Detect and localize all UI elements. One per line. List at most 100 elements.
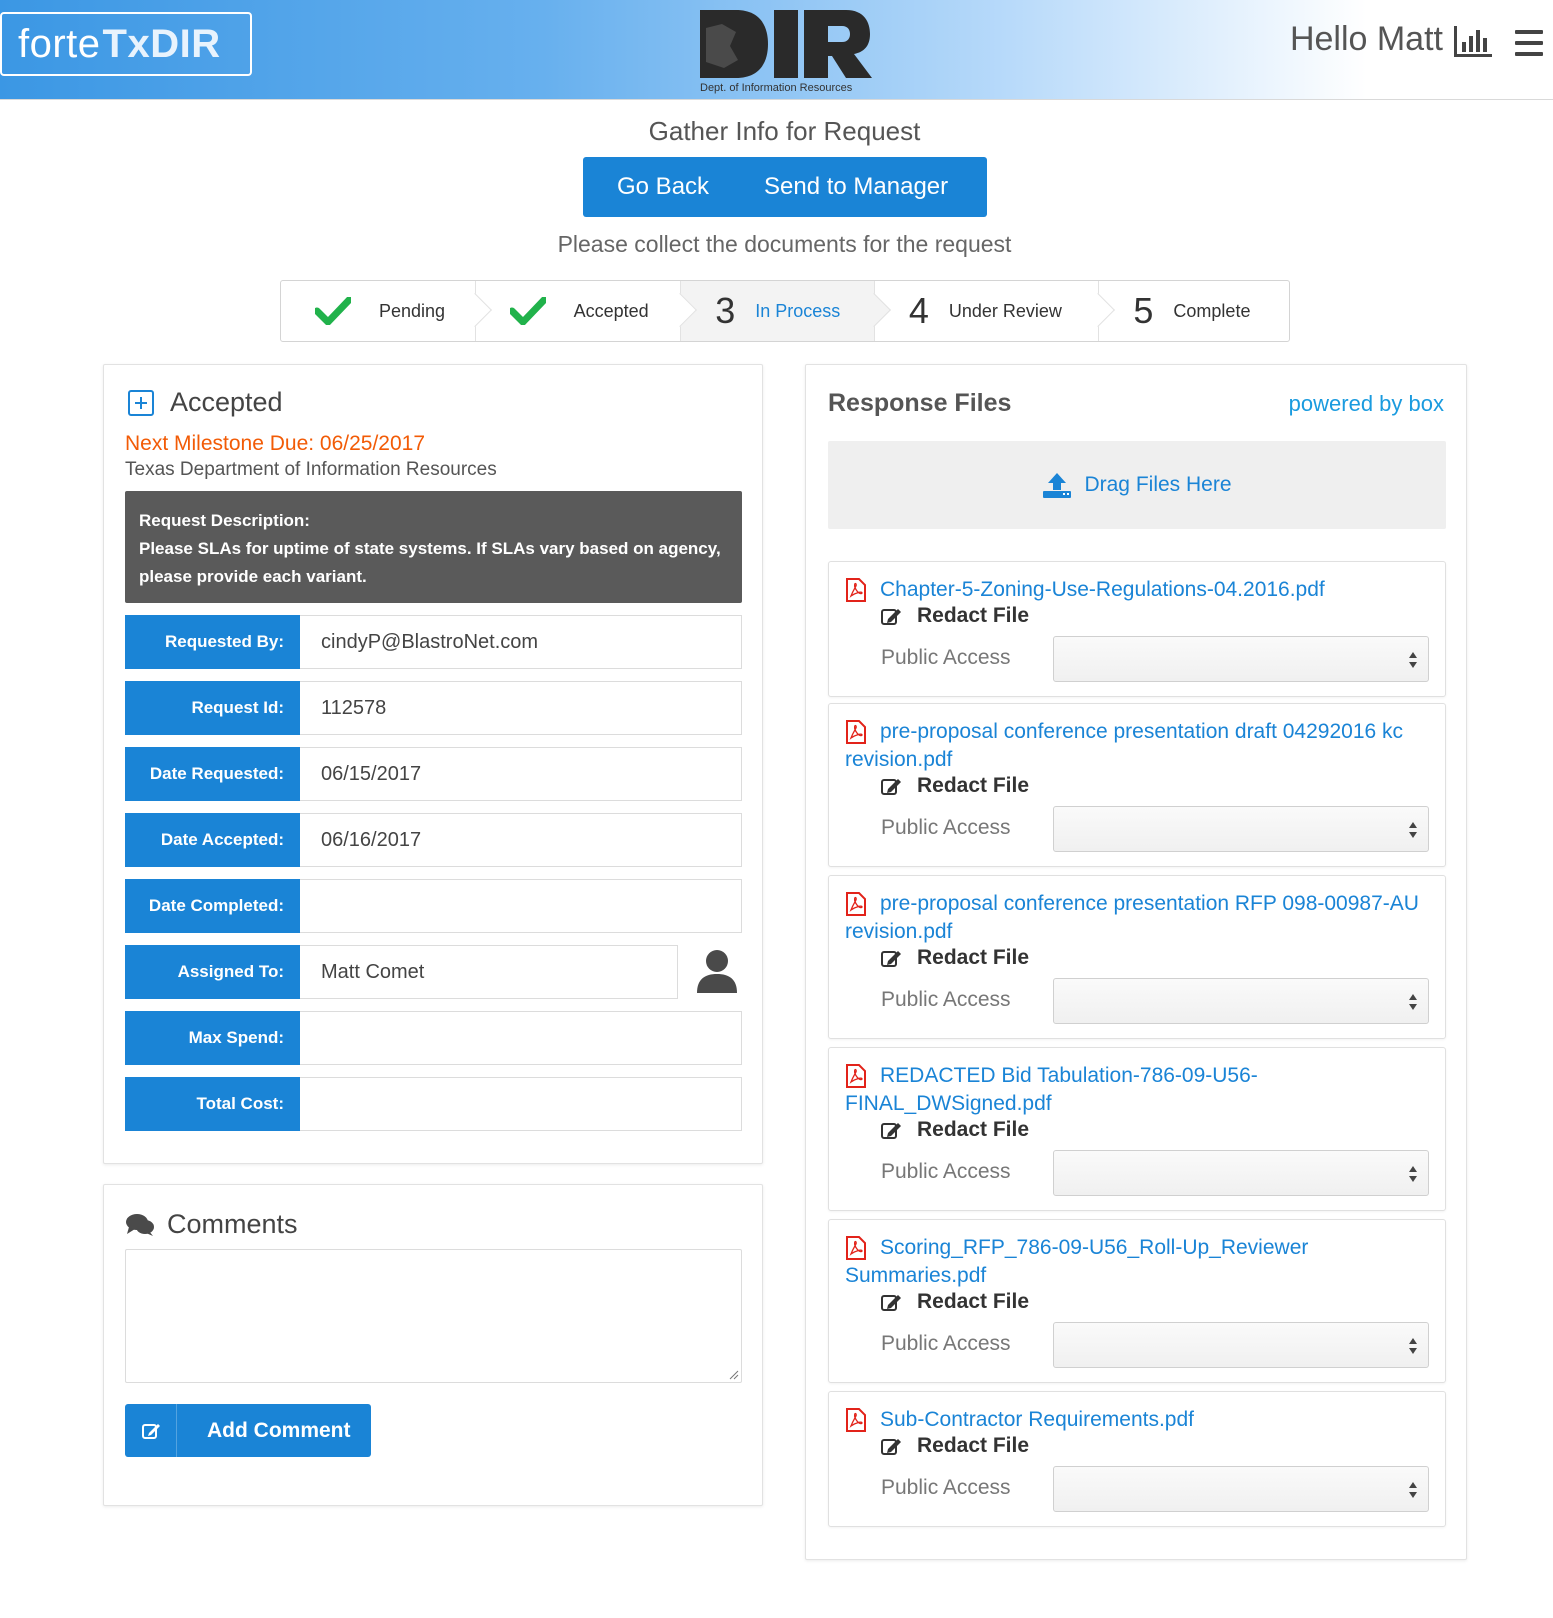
field-date-accepted: Date Accepted: 06/16/2017 — [125, 813, 742, 867]
redact-file-button[interactable]: Redact File — [881, 604, 1029, 628]
public-access-select[interactable] — [1053, 978, 1429, 1024]
file-card: pre-proposal conference presentation dra… — [828, 703, 1446, 867]
edit-icon — [881, 779, 901, 795]
field-value[interactable]: Matt Comet — [300, 945, 678, 999]
redact-file-button[interactable]: Redact File — [881, 774, 1029, 798]
step-label: Pending — [379, 300, 446, 321]
brand-logo[interactable]: forte TxDIR — [0, 12, 252, 76]
public-access-label: Public Access — [881, 988, 1011, 1011]
select-arrows-icon — [1409, 652, 1417, 668]
field-requested-by: Requested By: cindyP@BlastroNet.com — [125, 615, 742, 669]
send-to-manager-button[interactable]: Send to Manager — [738, 157, 987, 217]
field-label: Requested By: — [125, 615, 300, 669]
step-pending[interactable]: Pending — [281, 281, 492, 341]
public-access-label: Public Access — [881, 1476, 1011, 1499]
top-bar: forte TxDIR Dept. of Information Resource… — [0, 0, 1553, 100]
file-link[interactable]: Scoring_RFP_786-09-U56_Roll-Up_Reviewer … — [845, 1234, 1430, 1290]
step-under-review[interactable]: 4 Under Review — [875, 281, 1116, 341]
description-text: Please SLAs for uptime of state systems.… — [139, 539, 721, 586]
field-label: Request Id: — [125, 681, 300, 735]
request-details-panel: Accepted Next Milestone Due: 06/25/2017 … — [103, 364, 763, 1164]
redact-label: Redact File — [917, 1434, 1030, 1457]
step-accepted[interactable]: Accepted — [476, 281, 698, 341]
status-header: Accepted — [128, 387, 283, 418]
field-value[interactable]: 112578 — [300, 681, 742, 735]
field-value[interactable]: 06/16/2017 — [300, 813, 742, 867]
field-value[interactable] — [300, 1011, 742, 1065]
logo-subtitle: Dept. of Information Resources — [700, 82, 853, 94]
field-label: Total Cost: — [125, 1077, 300, 1131]
public-access-select[interactable] — [1053, 1322, 1429, 1368]
redact-file-button[interactable]: Redact File — [881, 1290, 1029, 1314]
dir-logo: Dept. of Information Resources — [698, 6, 876, 94]
field-label: Date Accepted: — [125, 813, 300, 867]
resize-handle-icon[interactable] — [729, 1370, 739, 1380]
check-icon — [315, 297, 351, 325]
redact-file-button[interactable]: Redact File — [881, 1118, 1029, 1142]
public-access-label: Public Access — [881, 816, 1011, 839]
redact-file-button[interactable]: Redact File — [881, 1434, 1029, 1458]
file-card: pre-proposal conference presentation RFP… — [828, 875, 1446, 1039]
hamburger-menu-icon[interactable] — [1515, 30, 1543, 56]
field-label: Assigned To: — [125, 945, 300, 999]
file-card: Chapter-5-Zoning-Use-Regulations-04.2016… — [828, 561, 1446, 697]
file-link[interactable]: pre-proposal conference presentation dra… — [845, 718, 1430, 774]
field-total-cost: Total Cost: — [125, 1077, 742, 1131]
field-value[interactable]: cindyP@BlastroNet.com — [300, 615, 742, 669]
expand-plus-icon[interactable] — [128, 389, 154, 416]
add-comment-button[interactable]: Add Comment — [125, 1404, 371, 1457]
page-title: Gather Info for Request — [648, 116, 921, 146]
file-link[interactable]: Sub-Contractor Requirements.pdf — [845, 1406, 1430, 1434]
powered-by-box-link[interactable]: powered by box — [1289, 391, 1444, 417]
step-number: 4 — [908, 290, 929, 331]
field-value[interactable]: 06/15/2017 — [300, 747, 742, 801]
check-icon — [509, 297, 546, 325]
public-access-select[interactable] — [1053, 806, 1429, 852]
comments-panel: Comments Add Comment — [103, 1184, 763, 1506]
comment-input[interactable] — [125, 1249, 742, 1383]
bar-chart-icon[interactable] — [1452, 24, 1494, 60]
redact-file-button[interactable]: Redact File — [881, 946, 1029, 970]
description-label: Request Description: — [139, 511, 310, 530]
instructions-text: Please collect the documents for the req… — [557, 231, 1012, 257]
file-link[interactable]: REDACTED Bid Tabulation-786-09-U56-FINAL… — [845, 1062, 1430, 1118]
field-label: Date Requested: — [125, 747, 300, 801]
public-access-label: Public Access — [881, 1160, 1011, 1183]
select-arrows-icon — [1409, 1166, 1417, 1182]
public-access-select[interactable] — [1053, 1466, 1429, 1512]
edit-icon — [881, 609, 901, 625]
select-arrows-icon — [1409, 1482, 1417, 1498]
redact-label: Redact File — [917, 604, 1030, 627]
redact-label: Redact File — [917, 774, 1030, 797]
user-icon[interactable] — [695, 949, 739, 995]
field-label: Date Completed: — [125, 879, 300, 933]
field-value[interactable] — [300, 1077, 742, 1131]
file-link[interactable]: Chapter-5-Zoning-Use-Regulations-04.2016… — [845, 576, 1430, 604]
comments-icon — [126, 1213, 154, 1236]
field-max-spend: Max Spend: — [125, 1011, 742, 1065]
field-value[interactable] — [300, 879, 742, 933]
step-label: Under Review — [948, 300, 1062, 321]
redact-label: Redact File — [917, 1118, 1030, 1141]
select-arrows-icon — [1409, 994, 1417, 1010]
response-files-panel: Response Files powered by box Drag Files… — [805, 364, 1467, 1560]
milestone-due: Next Milestone Due: 06/25/2017 — [125, 432, 426, 455]
step-complete[interactable]: 5 Complete — [1099, 281, 1289, 341]
step-in-process[interactable]: 3 In Process — [681, 281, 891, 341]
greeting: Hello Matt — [1289, 20, 1443, 58]
select-arrows-icon — [1409, 1338, 1417, 1354]
brand-suffix: TxDIR — [102, 21, 221, 66]
redact-label: Redact File — [917, 1290, 1030, 1313]
file-link[interactable]: pre-proposal conference presentation RFP… — [845, 890, 1430, 946]
comments-header: Comments — [125, 1209, 298, 1240]
public-access-select[interactable] — [1053, 1150, 1429, 1196]
file-dropzone[interactable]: Drag Files Here — [828, 441, 1446, 529]
public-access-select[interactable] — [1053, 636, 1429, 682]
file-card: Sub-Contractor Requirements.pdf Redact F… — [828, 1391, 1446, 1527]
action-button-group: Go Back Send to Manager — [583, 157, 987, 217]
edit-icon — [881, 1123, 901, 1139]
redact-label: Redact File — [917, 946, 1030, 969]
go-back-button[interactable]: Go Back — [583, 157, 738, 217]
step-label: Complete — [1173, 300, 1251, 321]
request-description: Request Description: Please SLAs for upt… — [125, 491, 742, 603]
